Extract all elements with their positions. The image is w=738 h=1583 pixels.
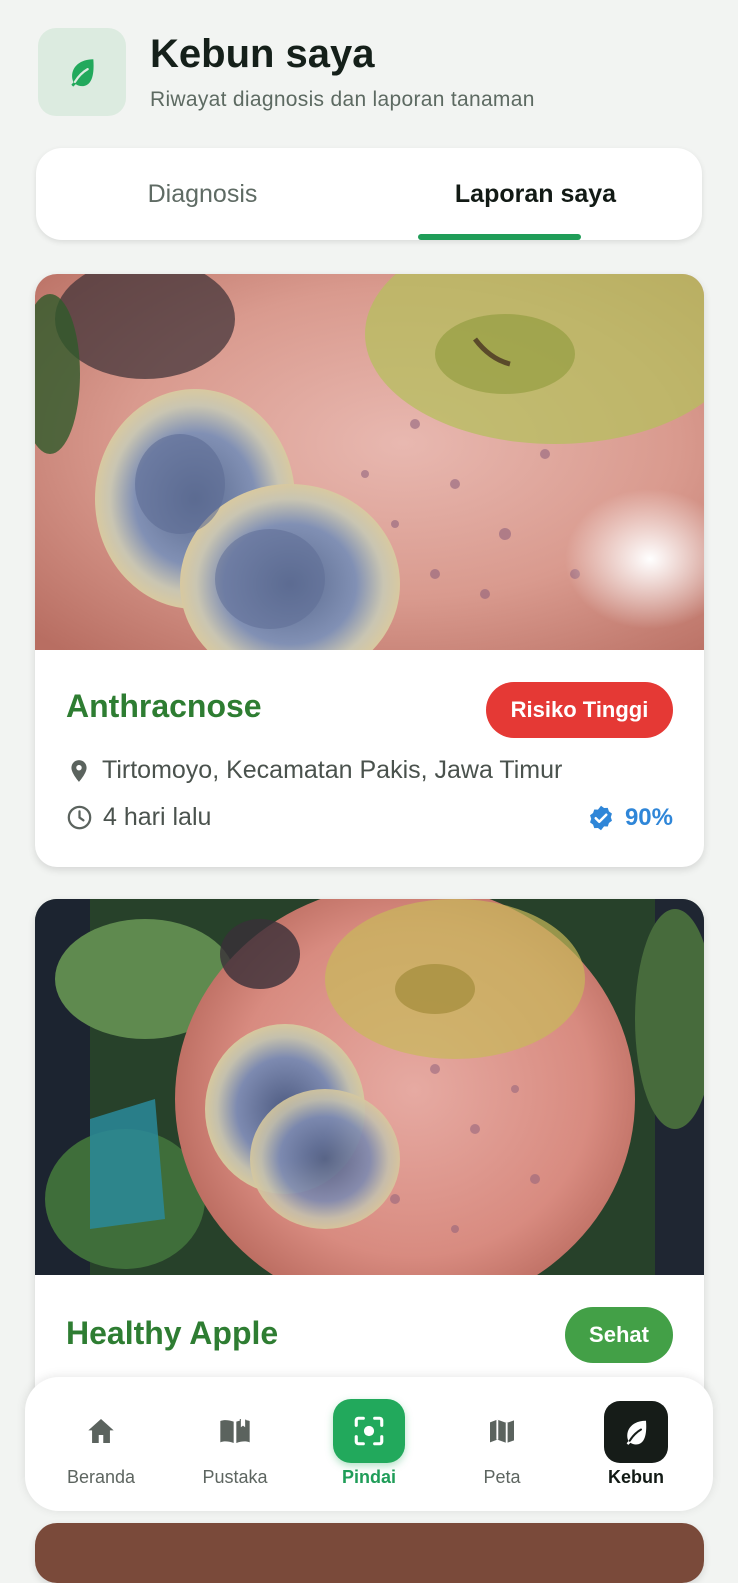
- confidence-value: 90%: [624, 804, 673, 831]
- time-row: 4 hari lalu: [66, 803, 211, 832]
- time-ago: 4 hari lalu: [103, 803, 212, 831]
- status-badge: Sehat: [565, 1307, 673, 1363]
- home-icon: [83, 1413, 119, 1449]
- tab-bar: Diagnosis Laporan saya: [36, 148, 702, 240]
- bottom-navigation: Beranda Pustaka Pindai Peta Kebun: [25, 1377, 713, 1511]
- report-card[interactable]: [35, 1523, 704, 1583]
- location-text: Tirtomoyo, Kecamatan Pakis, Jawa Timur: [102, 756, 563, 784]
- leaf-icon: [38, 28, 126, 116]
- nav-label: Pustaka: [202, 1467, 268, 1487]
- leaf-icon: [604, 1401, 668, 1463]
- risk-badge: Risiko Tinggi: [486, 682, 673, 738]
- disease-name: Anthracnose: [66, 688, 262, 724]
- book-icon: [217, 1413, 253, 1449]
- location-pin-icon: [71, 759, 87, 782]
- nav-label: Beranda: [66, 1467, 136, 1487]
- scan-icon: [333, 1399, 405, 1463]
- disease-name: Healthy Apple: [66, 1315, 279, 1351]
- tab-my-reports[interactable]: Laporan saya: [369, 148, 702, 240]
- report-card[interactable]: Healthy Apple Sehat: [35, 899, 704, 1459]
- nav-label: Peta: [483, 1467, 521, 1487]
- nav-item-map[interactable]: Peta: [442, 1377, 562, 1511]
- report-photo: [35, 899, 704, 1275]
- page-header: Kebun saya Riwayat diagnosis dan laporan…: [38, 28, 708, 118]
- page-subtitle: Riwayat diagnosis dan laporan tanaman: [150, 88, 535, 111]
- confidence-score: 90%: [587, 804, 673, 832]
- report-card[interactable]: Anthracnose Risiko Tinggi Tirtomoyo, Kec…: [35, 274, 704, 867]
- active-tab-indicator: [418, 234, 581, 240]
- nav-label: Pindai: [341, 1467, 396, 1487]
- nav-item-home[interactable]: Beranda: [41, 1377, 161, 1511]
- nav-item-garden[interactable]: Kebun: [576, 1377, 696, 1511]
- clock-icon: [67, 805, 92, 830]
- map-icon: [484, 1413, 520, 1449]
- nav-item-scan[interactable]: Pindai: [309, 1377, 429, 1511]
- nav-label: Kebun: [608, 1467, 664, 1487]
- report-photo: [35, 274, 704, 650]
- location-row: Tirtomoyo, Kecamatan Pakis, Jawa Timur: [66, 756, 562, 785]
- report-photo: [35, 1523, 704, 1583]
- tab-diagnosis[interactable]: Diagnosis: [36, 148, 369, 240]
- verified-badge-icon: [589, 805, 612, 831]
- nav-item-library[interactable]: Pustaka: [175, 1377, 295, 1511]
- page-title: Kebun saya: [150, 32, 375, 76]
